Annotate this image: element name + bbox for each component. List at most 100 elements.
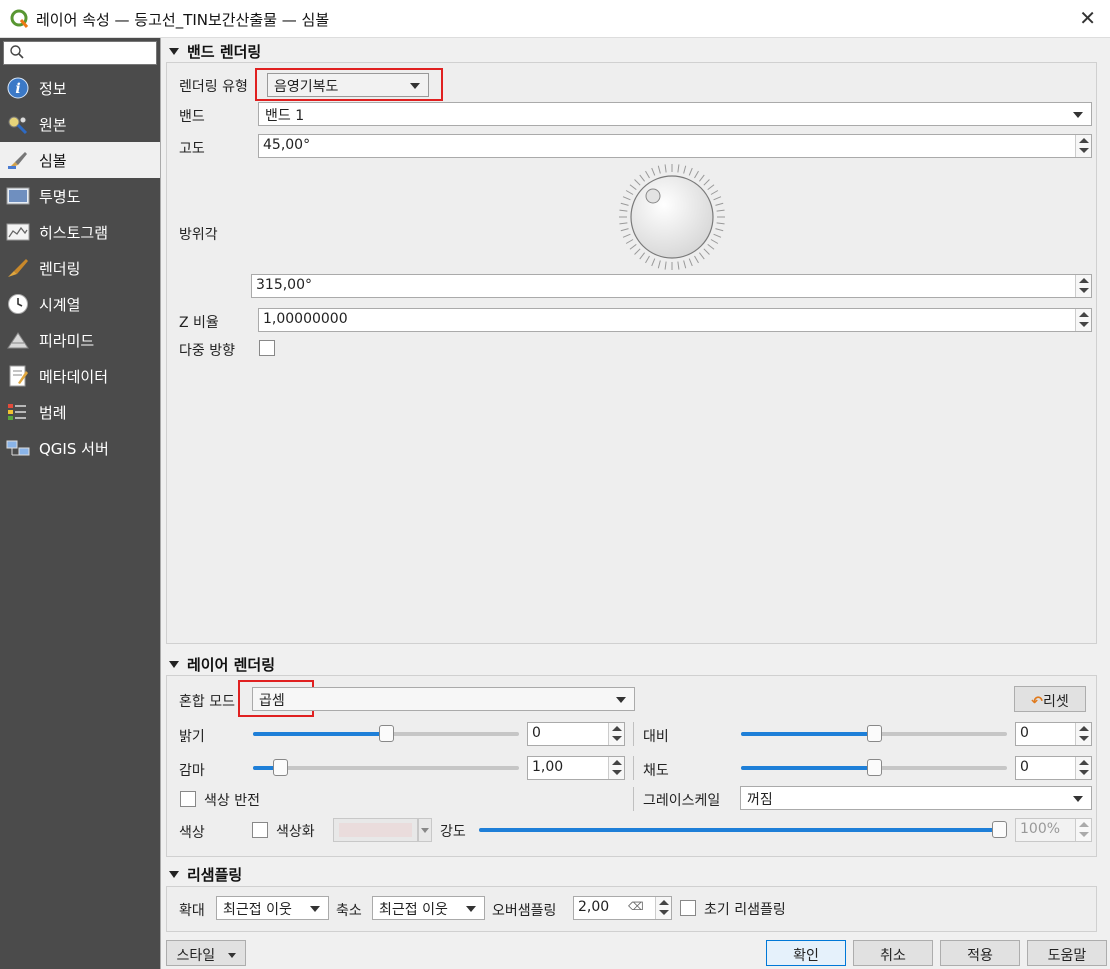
chevron-down-icon (616, 697, 626, 703)
layer-rendering-header[interactable]: 레이어 렌더링 (169, 654, 275, 675)
arrow-up-icon (1079, 138, 1089, 143)
azimuth-spinbox[interactable]: 315,00° (251, 274, 1092, 298)
rendering-icon (8, 259, 28, 277)
info-icon: i (7, 77, 29, 99)
collapse-triangle-icon (169, 48, 179, 55)
cancel-button[interactable]: 취소 (853, 940, 933, 966)
color-dropdown-button[interactable] (418, 818, 432, 842)
sidebar-item-metadata[interactable]: 메타데이터 (0, 358, 160, 394)
band-rendering-header[interactable]: 밴드 렌더링 (169, 41, 261, 62)
early-resampling-checkbox[interactable] (680, 900, 696, 916)
help-button[interactable]: 도움말 (1027, 940, 1107, 966)
legend-icon (8, 404, 26, 420)
symbology-icon (8, 152, 27, 169)
arrow-up-icon (1079, 822, 1089, 827)
contrast-stepper[interactable] (1075, 723, 1091, 745)
arrow-up-icon (612, 726, 622, 731)
resampling-header[interactable]: 리샘플링 (169, 864, 242, 885)
dial-tick (657, 165, 661, 174)
arrow-up-icon (1079, 278, 1089, 283)
gamma-slider-handle[interactable] (272, 759, 288, 776)
color-swatch (339, 823, 412, 837)
sidebar-item-transparency[interactable]: 투명도 (0, 178, 160, 214)
zoomin-label: 확대 (179, 903, 205, 919)
altitude-spinbox[interactable]: 45,00° (258, 134, 1092, 158)
contrast-slider-handle[interactable] (867, 725, 882, 742)
strength-spinbox[interactable]: 100% (1015, 818, 1092, 842)
brightness-slider-handle[interactable] (379, 725, 394, 742)
multidirectional-checkbox[interactable] (259, 340, 275, 356)
close-icon[interactable]: ✕ (1079, 6, 1096, 30)
brightness-label: 밝기 (179, 729, 205, 745)
blend-mode-select[interactable]: 곱셈 (252, 687, 635, 711)
strength-slider[interactable] (479, 821, 1007, 838)
sidebar-item-source[interactable]: 원본 (0, 106, 160, 142)
sidebar-item-rendering[interactable]: 렌더링 (0, 250, 160, 286)
dial-tick (625, 239, 634, 244)
gamma-slider[interactable] (253, 759, 519, 776)
brightness-fill (253, 732, 386, 736)
dial-tick (645, 255, 650, 264)
chevron-down-icon (1073, 112, 1083, 118)
gamma-spinbox[interactable]: 1,00 (527, 756, 625, 780)
contrast-slider[interactable] (741, 725, 1007, 742)
gamma-stepper[interactable] (608, 757, 624, 779)
brightness-slider[interactable] (253, 725, 519, 742)
colorize-checkbox[interactable] (252, 822, 268, 838)
sidebar-item-qgis-server[interactable]: QGIS 서버 (0, 430, 160, 466)
contrast-label: 대비 (643, 729, 669, 745)
arrow-up-icon (612, 760, 622, 765)
oversampling-spinbox[interactable]: 2,00 ⌫ (573, 896, 672, 920)
chevron-down-icon (227, 953, 236, 958)
band-select[interactable]: 밴드 1 (258, 102, 1092, 126)
sidebar-item-legend[interactable]: 범례 (0, 394, 160, 430)
strength-stepper[interactable] (1075, 819, 1091, 841)
apply-button[interactable]: 적용 (940, 940, 1020, 966)
saturation-spinbox[interactable]: 0 (1015, 756, 1092, 780)
metadata-icon (9, 365, 28, 387)
reset-button[interactable]: ↶리셋 (1014, 686, 1086, 712)
zfactor-stepper[interactable] (1075, 309, 1091, 331)
azimuth-label: 방위각 (179, 227, 218, 243)
colorize-color-button[interactable] (333, 818, 418, 842)
invert-colors-checkbox[interactable] (180, 791, 196, 807)
sidebar-item-histogram[interactable]: 히스토그램 (0, 214, 160, 250)
chevron-down-icon (410, 83, 420, 89)
dial-tick (683, 260, 687, 269)
oversampling-stepper[interactable] (655, 897, 671, 919)
style-menu-button[interactable]: 스타일 (166, 940, 246, 966)
saturation-slider[interactable] (741, 759, 1007, 776)
arrow-down-icon (612, 770, 622, 775)
brightness-spinbox[interactable]: 0 (527, 722, 625, 746)
saturation-slider-handle[interactable] (867, 759, 882, 776)
separator (633, 722, 634, 746)
render-type-select[interactable]: 음영기복도 (267, 73, 429, 97)
azimuth-stepper[interactable] (1075, 275, 1091, 297)
sidebar-item-symbology[interactable]: 심볼 (0, 142, 160, 178)
sidebar-search-input[interactable] (3, 41, 157, 65)
reset-undo-icon: ↶ (1031, 694, 1043, 710)
azimuth-dial[interactable] (617, 162, 727, 272)
saturation-stepper[interactable] (1075, 757, 1091, 779)
strength-slider-handle[interactable] (992, 821, 1007, 838)
separator (633, 756, 634, 780)
separator (633, 787, 634, 811)
sidebar-item-info[interactable]: i 정보 (0, 70, 160, 106)
brightness-stepper[interactable] (608, 723, 624, 745)
sidebar-item-pyramids[interactable]: 피라미드 (0, 322, 160, 358)
ok-button[interactable]: 확인 (766, 940, 846, 966)
zfactor-spinbox[interactable]: 1,00000000 (258, 308, 1092, 332)
pyramids-icon (7, 332, 29, 349)
sidebar-item-temporal[interactable]: 시계열 (0, 286, 160, 322)
zoomout-select[interactable]: 최근접 이웃 (372, 896, 485, 920)
collapse-triangle-icon (169, 661, 179, 668)
contrast-spinbox[interactable]: 0 (1015, 722, 1092, 746)
grayscale-select[interactable]: 꺼짐 (740, 786, 1092, 810)
altitude-stepper[interactable] (1075, 135, 1091, 157)
dial-tick (664, 261, 667, 270)
source-icon (8, 116, 28, 135)
zoomin-select[interactable]: 최근접 이웃 (216, 896, 329, 920)
arrow-up-icon (1079, 760, 1089, 765)
clear-icon[interactable]: ⌫ (628, 900, 644, 913)
dial-tick (707, 184, 715, 191)
